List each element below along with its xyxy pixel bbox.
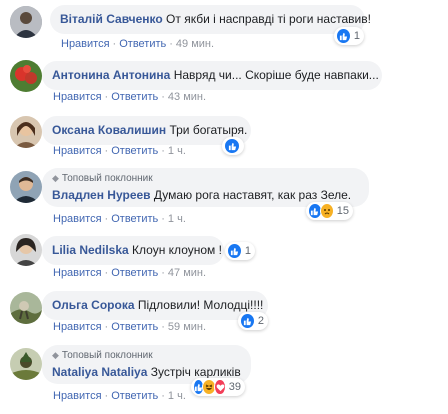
comment-text: Клоун клоуном ! xyxy=(132,243,222,257)
like-link[interactable]: Нравится xyxy=(53,390,102,402)
comment-text: От якби і насправді ті роги наставив! xyxy=(166,12,371,26)
thumbs-up-icon xyxy=(227,243,242,259)
comment-text: Три богатыря. xyxy=(169,123,248,137)
avatar[interactable] xyxy=(10,292,42,324)
comment-author[interactable]: Ольга Сорока xyxy=(52,298,135,312)
avatar[interactable] xyxy=(10,234,42,266)
reactions-summary[interactable]: 1 xyxy=(225,242,255,260)
thumbs-up-icon xyxy=(224,138,240,154)
reply-link[interactable]: Ответить xyxy=(111,91,158,103)
avatar[interactable] xyxy=(10,6,42,38)
comment-actions: Нравится · Ответить · 59 мин. xyxy=(53,321,207,333)
reply-link[interactable]: Ответить xyxy=(111,390,158,402)
reply-link[interactable]: Ответить xyxy=(111,145,158,157)
reply-link[interactable]: Ответить xyxy=(111,321,158,333)
comment-time[interactable]: 43 мин. xyxy=(168,91,206,103)
comment-actions: Нравится · Ответить · 1 ч. xyxy=(53,145,186,157)
comment-author[interactable]: Антонина Антонина xyxy=(52,68,170,82)
comment-time[interactable]: 1 ч. xyxy=(168,390,186,402)
like-link[interactable]: Нравится xyxy=(53,91,102,103)
comment-bubble: Віталій Савченко От якби і насправді ті … xyxy=(50,5,371,34)
top-fan-badge: ◆ Топовый поклонник xyxy=(52,350,153,361)
reactions-count: 2 xyxy=(257,315,264,327)
comment-bubble: Оксана Ковалишин Три богатыря. xyxy=(42,116,251,145)
reactions-summary[interactable]: 1 xyxy=(334,27,364,45)
avatar-image xyxy=(10,292,42,324)
comment-author[interactable]: Владлен Нуреев xyxy=(52,188,151,202)
comment-text: Думаю рога наставят, как раз Зеле. xyxy=(153,188,352,202)
comment-time[interactable]: 1 ч. xyxy=(168,145,186,157)
comment-author[interactable]: Nataliya Nataliya xyxy=(52,365,147,379)
comment-bubble: Lilia Nedilska Клоун клоуном ! xyxy=(42,236,224,265)
reactions-summary[interactable]: 2 xyxy=(238,312,268,330)
reactions-count: 1 xyxy=(353,30,360,42)
comment-time[interactable]: 1 ч. xyxy=(168,213,186,225)
avatar-image xyxy=(10,60,42,92)
comment-actions: Нравится · Ответить · 47 мин. xyxy=(53,267,207,279)
diamond-icon: ◆ xyxy=(52,173,59,183)
heart-icon xyxy=(214,379,226,395)
like-link[interactable]: Нравится xyxy=(61,38,110,50)
avatar-image xyxy=(10,234,42,266)
reactions-summary[interactable]: 15 xyxy=(306,202,353,220)
avatar[interactable] xyxy=(10,348,42,380)
avatar[interactable] xyxy=(10,116,42,148)
comment-bubble: Антонина Антонина Навряд чи... Скоріше б… xyxy=(42,61,382,90)
reply-link[interactable]: Ответить xyxy=(111,267,158,279)
comment-actions: Нравится · Ответить · 1 ч. xyxy=(53,213,186,225)
like-link[interactable]: Нравится xyxy=(53,321,102,333)
reply-link[interactable]: Ответить xyxy=(111,213,158,225)
sad-face-icon xyxy=(319,203,334,219)
reactions-count: 1 xyxy=(244,245,251,257)
comment-text: Навряд чи... Скоріше буде навпаки... xyxy=(173,68,379,82)
thumbs-up-icon xyxy=(336,28,351,44)
like-link[interactable]: Нравится xyxy=(53,267,102,279)
reactions-summary[interactable]: 39 xyxy=(191,378,245,396)
like-link[interactable]: Нравится xyxy=(53,145,102,157)
reactions-summary[interactable] xyxy=(222,137,244,155)
comment-time[interactable]: 59 мин. xyxy=(168,321,206,333)
comment-text: Підловили! Молодці!!!! xyxy=(137,298,264,312)
avatar-image xyxy=(10,348,42,380)
reactions-count: 15 xyxy=(336,205,349,217)
reactions-count: 39 xyxy=(228,381,241,393)
reply-link[interactable]: Ответить xyxy=(119,38,166,50)
comment-actions: Нравится · Ответить · 1 ч. xyxy=(53,390,186,402)
avatar-image xyxy=(10,171,42,203)
comment-author[interactable]: Віталій Савченко xyxy=(60,12,163,26)
comment-actions: Нравится · Ответить · 49 мин. xyxy=(61,38,215,50)
avatar[interactable] xyxy=(10,60,42,92)
avatar-image xyxy=(10,116,42,148)
diamond-icon: ◆ xyxy=(52,350,59,360)
comment-bubble: Ольга Сорока Підловили! Молодці!!!! xyxy=(42,291,268,320)
comment-time[interactable]: 49 мин. xyxy=(176,38,214,50)
comment-time[interactable]: 47 мин. xyxy=(168,267,206,279)
like-link[interactable]: Нравится xyxy=(53,213,102,225)
comment-author[interactable]: Lilia Nedilska xyxy=(52,243,129,257)
top-fan-badge: ◆ Топовый поклонник xyxy=(52,173,153,184)
comment-text: Зустріч карликів xyxy=(150,365,241,379)
avatar[interactable] xyxy=(10,171,42,203)
comment-actions: Нравится · Ответить · 43 мин. xyxy=(53,91,207,103)
comment-author[interactable]: Оксана Ковалишин xyxy=(52,123,166,137)
avatar-image xyxy=(10,6,42,38)
thumbs-up-icon xyxy=(240,313,255,329)
